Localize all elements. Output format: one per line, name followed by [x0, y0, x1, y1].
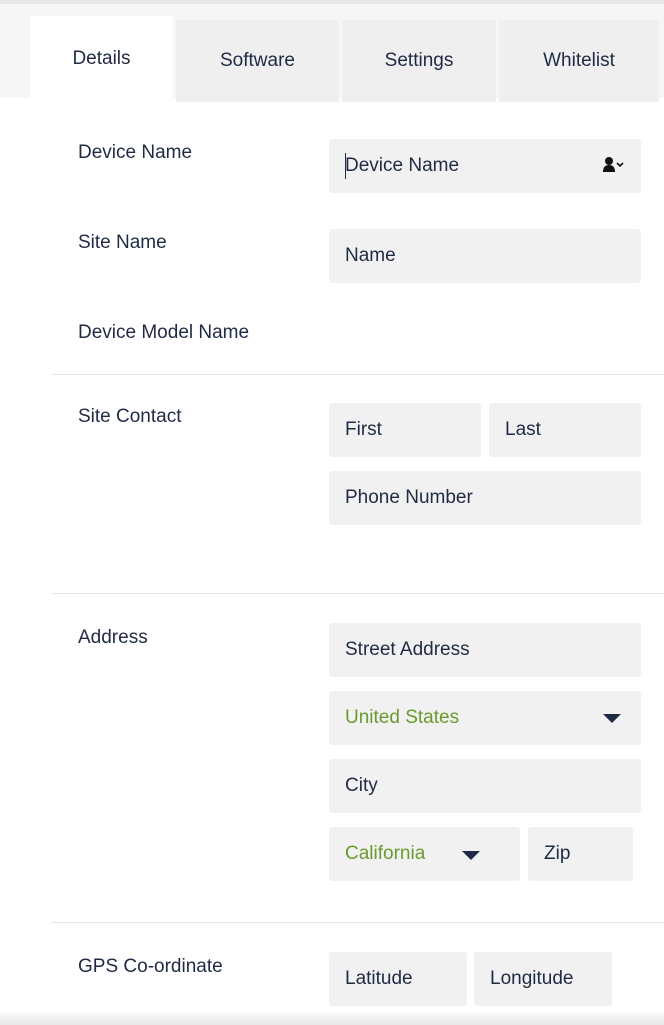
divider — [51, 922, 664, 923]
tab-software[interactable]: Software — [176, 20, 339, 102]
bottom-edge — [0, 1012, 664, 1025]
state-select[interactable]: California — [329, 827, 520, 881]
street-address-placeholder: Street Address — [345, 639, 470, 660]
tab-settings-label: Settings — [384, 50, 454, 71]
first-name-placeholder: First — [345, 419, 382, 440]
phone-number-placeholder: Phone Number — [345, 487, 473, 508]
longitude-placeholder: Longitude — [490, 968, 574, 989]
device-name-input[interactable]: Device Name — [329, 139, 641, 193]
country-select[interactable]: United States — [329, 691, 641, 745]
address-label: Address — [78, 627, 148, 648]
gps-label: GPS Co-ordinate — [78, 956, 223, 977]
latitude-input[interactable]: Latitude — [329, 952, 467, 1006]
zip-input[interactable]: Zip — [528, 827, 633, 881]
site-name-placeholder: Name — [345, 245, 396, 266]
site-contact-label: Site Contact — [78, 406, 182, 427]
user-icon[interactable] — [603, 156, 625, 174]
longitude-input[interactable]: Longitude — [474, 952, 612, 1006]
last-name-placeholder: Last — [505, 419, 541, 440]
country-select-value: United States — [345, 707, 460, 728]
tab-bar: Details Software Settings Whitelist — [0, 0, 664, 102]
phone-number-input[interactable]: Phone Number — [329, 471, 641, 525]
tab-settings[interactable]: Settings — [342, 20, 496, 102]
first-name-input[interactable]: First — [329, 403, 481, 457]
city-placeholder: City — [345, 775, 378, 796]
device-name-label: Device Name — [78, 142, 193, 163]
device-model-label: Device Model Name — [78, 322, 250, 343]
tab-whitelist-label: Whitelist — [543, 50, 615, 71]
tab-details-label: Details — [72, 48, 131, 69]
tab-details[interactable]: Details — [30, 16, 173, 102]
tab-whitelist[interactable]: Whitelist — [499, 20, 659, 102]
site-name-label: Site Name — [78, 232, 167, 253]
text-cursor — [345, 153, 346, 179]
city-input[interactable]: City — [329, 759, 641, 813]
last-name-input[interactable]: Last — [489, 403, 641, 457]
divider — [51, 374, 664, 375]
chevron-down-icon — [603, 714, 621, 723]
chevron-down-icon — [462, 851, 480, 860]
zip-placeholder: Zip — [544, 843, 571, 864]
tab-software-label: Software — [220, 50, 295, 71]
street-address-input[interactable]: Street Address — [329, 623, 641, 677]
divider — [51, 593, 664, 594]
site-name-input[interactable]: Name — [329, 229, 641, 283]
latitude-placeholder: Latitude — [345, 968, 413, 989]
device-name-placeholder: Device Name — [345, 155, 460, 176]
state-select-value: California — [345, 843, 426, 864]
